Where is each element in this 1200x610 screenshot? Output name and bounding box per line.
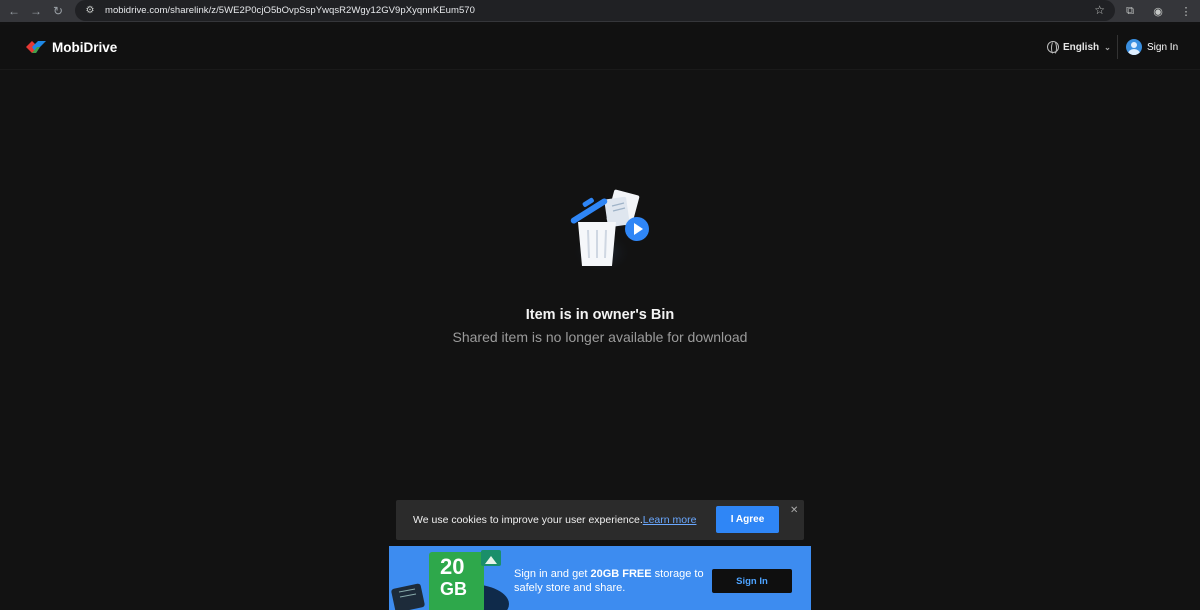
site-info-icon[interactable]: ⚙ <box>83 4 97 18</box>
empty-state-title: Item is in owner's Bin <box>525 307 675 323</box>
site-header: MobiDrive English ⌄ Sign In <box>0 25 1200 70</box>
extensions-icon[interactable]: ⧉ <box>1116 5 1144 18</box>
promo-message: Sign in and get 20GB FREE storage to saf… <box>514 567 714 595</box>
promo-text-before: Sign in and get <box>514 568 591 580</box>
user-avatar-icon <box>1126 39 1142 55</box>
forward-arrow-icon[interactable]: → <box>25 0 47 22</box>
cookie-message: We use cookies to improve your user expe… <box>413 514 696 526</box>
url-text[interactable]: mobidrive.com/sharelink/z/5WE2P0cjO5bOvp… <box>105 5 475 16</box>
learn-more-link[interactable]: Learn more <box>643 514 697 526</box>
promo-badge-unit: GB <box>440 579 467 599</box>
more-icon[interactable]: ⋮ <box>1172 5 1200 18</box>
header-sign-in-button[interactable]: Sign In <box>1126 39 1178 55</box>
close-icon[interactable]: ✕ <box>790 505 798 516</box>
empty-state-subtitle: Shared item is no longer available for d… <box>452 329 748 345</box>
promo-badge-number: 20 <box>440 554 464 579</box>
promo-banner: 20 GB Sign in and get 20GB FREE storage … <box>389 546 811 610</box>
agree-button[interactable]: I Agree <box>716 506 779 533</box>
globe-icon <box>1047 41 1059 55</box>
trash-bin-icon <box>570 189 649 270</box>
header-sign-in-label: Sign In <box>1147 41 1179 53</box>
reload-icon[interactable]: ↻ <box>47 0 69 22</box>
address-bar[interactable]: ⚙ mobidrive.com/sharelink/z/5WE2P0cjO5bO… <box>75 0 1115 21</box>
back-arrow-icon[interactable]: ← <box>3 0 25 22</box>
promo-text-bold: 20GB FREE <box>590 568 652 580</box>
brand-name: MobiDrive <box>52 39 118 55</box>
language-selector[interactable]: English ⌄ <box>1047 41 1111 55</box>
language-label: English <box>1063 41 1100 53</box>
cookie-banner: We use cookies to improve your user expe… <box>396 500 804 540</box>
promo-sign-in-button[interactable]: Sign In <box>712 569 792 593</box>
star-icon[interactable]: ☆ <box>1094 3 1105 17</box>
profile-icon[interactable]: ◉ <box>1144 5 1172 18</box>
chevron-down-icon: ⌄ <box>1104 42 1111 52</box>
storage-promo-illustration: 20 GB <box>389 546 509 610</box>
header-divider <box>1117 35 1118 59</box>
browser-toolbar: ← → ↻ ⚙ mobidrive.com/sharelink/z/5WE2P0… <box>0 0 1200 22</box>
brand-logo[interactable]: MobiDrive <box>24 39 117 55</box>
mobidrive-logo-icon <box>26 41 46 53</box>
cookie-text: We use cookies to improve your user expe… <box>413 514 643 526</box>
